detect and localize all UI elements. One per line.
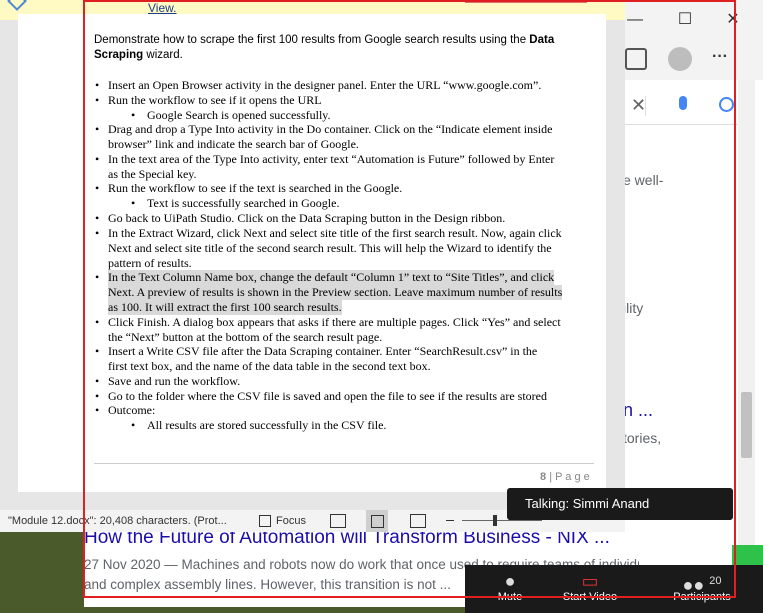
- browser-scrollbar[interactable]: [738, 80, 755, 550]
- highlight-frame: [83, 0, 736, 598]
- scrollbar-thumb[interactable]: [741, 392, 752, 458]
- share-screen-button[interactable]: [732, 545, 763, 567]
